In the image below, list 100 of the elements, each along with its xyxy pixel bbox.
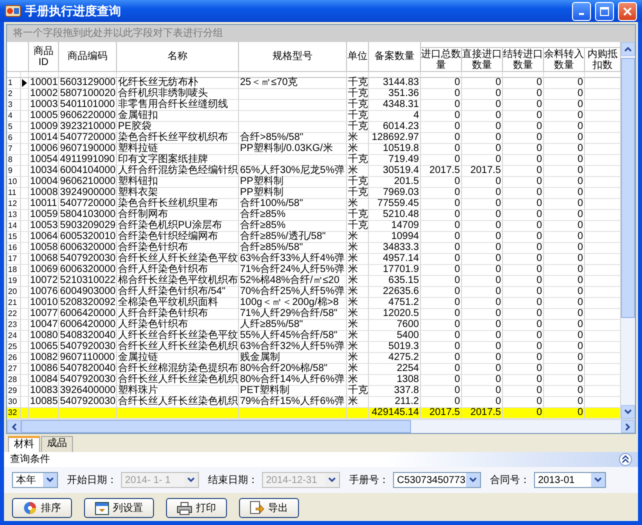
table-cell: 17701.9	[369, 265, 421, 276]
table-cell	[347, 408, 369, 419]
column-header[interactable]: 进口总数量	[421, 48, 462, 72]
column-header[interactable]: 单位	[347, 42, 369, 72]
toolbar-button[interactable]: 列设置	[84, 498, 154, 518]
table-cell: 10519.8	[369, 144, 421, 155]
table-cell: 0	[462, 287, 503, 298]
table-cell: 0	[462, 331, 503, 342]
column-header[interactable]: 规格型号	[239, 42, 347, 72]
table-cell: 米	[347, 166, 369, 177]
table-cell: 0	[503, 221, 544, 232]
colorful-circle-icon	[23, 501, 37, 515]
close-icon	[623, 6, 632, 16]
table-cell: 0	[462, 188, 503, 199]
table-cell: 印有文字图案纸挂牌	[117, 155, 239, 166]
window-icon	[95, 502, 109, 514]
column-header[interactable]: 直接进口数量	[462, 48, 503, 72]
table-cell: 14709	[369, 221, 421, 232]
table-cell: 10083	[29, 386, 59, 397]
table-cell: 米	[347, 298, 369, 309]
table-cell: 米	[347, 331, 369, 342]
table-cell: 1308	[369, 375, 421, 386]
table-cell: 0	[462, 122, 503, 133]
table-cell: 10084	[29, 375, 59, 386]
dropdown-field[interactable]: 本年	[12, 472, 58, 488]
table-cell: 棉合纤长丝染色平纹机织布	[117, 276, 239, 287]
table-cell: 人纤长丝合纤长丝染色平纹	[117, 331, 239, 342]
table-cell: 合纤长丝人纤长丝染色机织	[117, 375, 239, 386]
dropdown-field[interactable]: 2013-01	[534, 472, 606, 488]
tab[interactable]: 成品	[41, 436, 73, 452]
table-cell: 0	[421, 254, 462, 265]
table-cell: 4	[369, 111, 421, 122]
table-cell: 0	[421, 287, 462, 298]
row-number: 6	[7, 133, 21, 144]
column-header[interactable]: 商品ID	[29, 42, 59, 72]
table-cell: 10080	[29, 331, 59, 342]
table-cell: 2254	[369, 364, 421, 375]
table-cell: 千克	[347, 155, 369, 166]
table-cell: 0	[421, 375, 462, 386]
app-icon	[5, 4, 21, 18]
toolbar-button[interactable]: 导出	[239, 498, 299, 518]
table-cell: 0	[462, 386, 503, 397]
table-cell: 0	[544, 320, 585, 331]
row-number: 29	[7, 386, 21, 397]
table-cell: 染色合纤长丝机织里布	[117, 199, 239, 210]
minimize-button[interactable]	[572, 2, 591, 20]
table-cell: 0	[503, 177, 544, 188]
table-cell: 6004903000	[59, 287, 117, 298]
table-cell: 米	[347, 144, 369, 155]
table-cell: 0	[503, 254, 544, 265]
table-cell: 塑料珠片	[117, 386, 239, 397]
column-header[interactable]: 余料转入数量	[544, 48, 585, 72]
column-header[interactable]: 结转进口数量	[503, 48, 544, 72]
column-header[interactable]: 名称	[117, 42, 239, 72]
table-cell: 0	[421, 265, 462, 276]
table-cell: 10006	[29, 144, 59, 155]
table-cell: 0	[544, 122, 585, 133]
row-number: 5	[7, 122, 21, 133]
column-header[interactable]: 商品编码	[59, 42, 117, 72]
vertical-scrollbar[interactable]	[621, 42, 635, 419]
table-cell: 3144.83	[369, 78, 421, 89]
table-cell: 10065	[29, 342, 59, 353]
table-cell: 5603129000	[59, 78, 117, 89]
table-cell: 化纤长丝无纺布朴	[117, 78, 239, 89]
table-cell: 人纤≥85%/58"	[239, 320, 347, 331]
table-cell: 0	[503, 320, 544, 331]
row-number: 17	[7, 254, 21, 265]
table-cell: 0	[503, 342, 544, 353]
row-indicator[interactable]	[21, 78, 29, 89]
row-number: 18	[7, 265, 21, 276]
row-number: 11	[7, 188, 21, 199]
table-cell: 全棉染色平纹机织面料	[117, 298, 239, 309]
table-cell: 金属钮扣	[117, 111, 239, 122]
toolbar-button[interactable]: 打印	[166, 498, 227, 518]
table-cell: 合纤人纤染色针织布	[117, 265, 239, 276]
table-cell: 10069	[29, 265, 59, 276]
tab[interactable]: 材料	[8, 436, 40, 452]
horizontal-scrollbar[interactable]	[7, 419, 635, 433]
column-header[interactable]: 备案数量	[369, 42, 421, 72]
table-cell: 100g＜㎡＜200g/棉>8	[239, 298, 347, 309]
table-cell: 0	[544, 298, 585, 309]
table-cell: 合纤制网布	[117, 210, 239, 221]
table-cell: 米	[347, 276, 369, 287]
table-cell: 0	[544, 133, 585, 144]
dropdown-field[interactable]: C53073450773	[393, 472, 481, 488]
collapse-icon[interactable]	[619, 453, 632, 466]
toolbar-button[interactable]: 排序	[12, 498, 72, 518]
chevron-down-icon	[187, 477, 195, 483]
row-number: 27	[7, 364, 21, 375]
table-cell: 80%合纤14%人纤6%弹	[239, 375, 347, 386]
table-cell: 6014.23	[369, 122, 421, 133]
maximize-button[interactable]	[595, 2, 614, 20]
table-cell: 0	[421, 199, 462, 210]
table-cell: 0	[462, 221, 503, 232]
table-cell: 0	[462, 100, 503, 111]
table-cell: 0	[421, 331, 462, 342]
table-cell: 0	[503, 331, 544, 342]
close-button[interactable]	[618, 2, 637, 20]
table-cell: 55%人纤45%合纤/58"	[239, 331, 347, 342]
table-cell: 人纤合纤染色针织布	[117, 309, 239, 320]
